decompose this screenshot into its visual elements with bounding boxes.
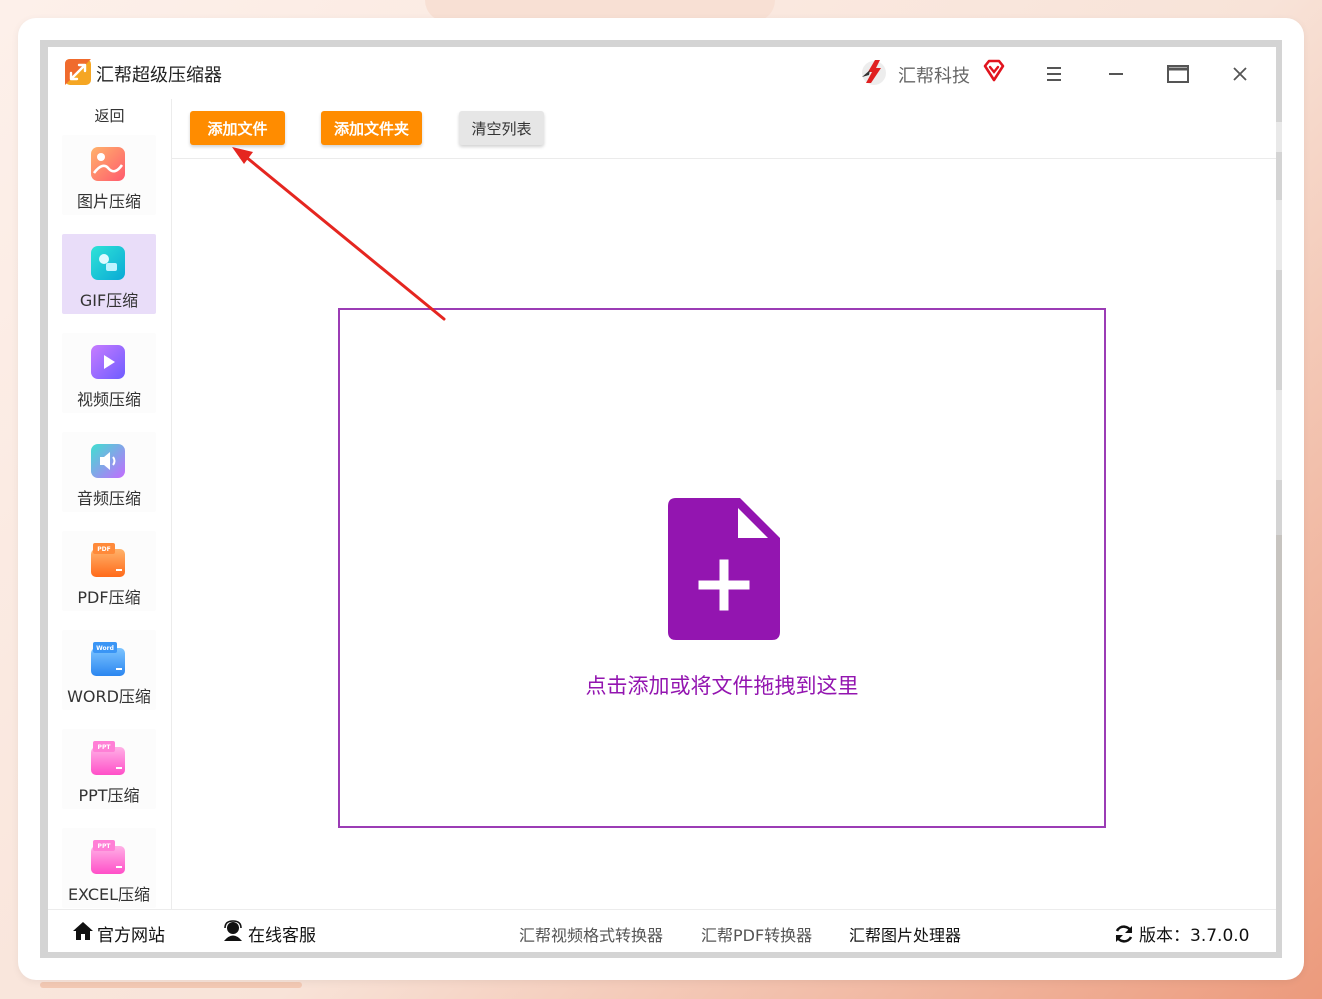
footer-link-pdf-converter[interactable]: 汇帮PDF转换器 (701, 922, 812, 946)
vip-diamond-icon[interactable] (982, 58, 1006, 84)
footer-bar: 官方网站 在线客服 汇帮视频格式转换器 汇帮PDF转换器 汇帮图片处理器 版本：… (48, 909, 1276, 953)
sidebar: 返回 图片压缩 GIF压缩 视频压缩 音频压缩 PDF PDF压缩 Word W… (48, 99, 172, 909)
video-compress-icon (91, 345, 125, 379)
refresh-icon[interactable] (1113, 923, 1135, 945)
ppt-compress-icon: PPT (91, 741, 125, 775)
menu-icon[interactable] (1040, 61, 1068, 87)
background-window-edge (1276, 122, 1282, 152)
excel-badge: PPT (98, 843, 112, 850)
version-label: 版本：3.7.0.0 (1139, 926, 1250, 946)
sidebar-item-word[interactable]: Word WORD压缩 (62, 630, 156, 710)
footer-link-video-converter[interactable]: 汇帮视频格式转换器 (519, 922, 663, 946)
sidebar-item-label: 视频压缩 (76, 390, 141, 409)
app-window: 汇帮超级压缩器 汇帮科技 返回 图片压缩 GIF压缩 视频压缩 音频压缩 PDF… (48, 47, 1276, 952)
file-drop-zone[interactable]: 点击添加或将文件拖拽到这里 (338, 308, 1106, 828)
app-title: 汇帮超级压缩器 (96, 65, 222, 86)
add-file-icon[interactable] (668, 498, 780, 640)
official-website-link[interactable]: 官方网站 (97, 921, 165, 946)
word-compress-icon: Word (91, 642, 125, 676)
add-file-button[interactable]: 添加文件 (190, 111, 285, 145)
home-icon[interactable] (72, 920, 94, 942)
background-window-edge (1276, 390, 1282, 480)
background-window-edge (1276, 535, 1282, 680)
sidebar-item-ppt[interactable]: PPT PPT压缩 (62, 729, 156, 809)
back-link[interactable]: 返回 (48, 105, 171, 126)
title-bar: 汇帮超级压缩器 汇帮科技 (48, 47, 1276, 99)
image-compress-icon (91, 147, 125, 181)
brand-name: 汇帮科技 (898, 66, 970, 87)
clear-list-button[interactable]: 清空列表 (459, 111, 544, 145)
sidebar-item-label: PPT压缩 (78, 786, 140, 805)
sidebar-item-label: 图片压缩 (76, 192, 141, 211)
sidebar-item-excel[interactable]: PPT EXCEL压缩 (62, 828, 156, 908)
background-window-edge (1276, 200, 1282, 270)
add-folder-button[interactable]: 添加文件夹 (321, 111, 422, 145)
sidebar-item-pdf[interactable]: PDF PDF压缩 (62, 531, 156, 611)
close-icon[interactable] (1226, 61, 1254, 87)
sidebar-item-image[interactable]: 图片压缩 (62, 135, 156, 215)
audio-compress-icon (91, 444, 125, 478)
excel-compress-icon: PPT (91, 840, 125, 874)
customer-service-icon[interactable] (222, 920, 244, 942)
sidebar-item-video[interactable]: 视频压缩 (62, 333, 156, 413)
word-badge: Word (96, 645, 114, 652)
online-support-link[interactable]: 在线客服 (248, 921, 316, 946)
pdf-badge: PDF (97, 546, 110, 553)
app-logo-icon (65, 59, 91, 85)
brand-logo-icon (862, 60, 886, 85)
background-strip (40, 982, 302, 988)
gif-compress-icon (91, 246, 125, 280)
sidebar-item-label: WORD压缩 (67, 687, 151, 706)
sidebar-item-audio[interactable]: 音频压缩 (62, 432, 156, 512)
sidebar-item-label: 音频压缩 (76, 489, 141, 508)
ppt-badge: PPT (98, 744, 112, 751)
drop-hint-text: 点击添加或将文件拖拽到这里 (585, 674, 859, 698)
maximize-icon[interactable] (1164, 61, 1192, 87)
sidebar-item-label: PDF压缩 (77, 588, 141, 607)
sidebar-item-label: EXCEL压缩 (67, 885, 151, 904)
footer-link-image-processor[interactable]: 汇帮图片处理器 (849, 922, 961, 946)
toolbar-divider (172, 158, 1276, 159)
pdf-compress-icon: PDF (91, 543, 125, 577)
sidebar-item-gif[interactable]: GIF压缩 (62, 234, 156, 314)
minimize-icon[interactable] (1102, 61, 1130, 87)
sidebar-item-label: GIF压缩 (79, 291, 139, 310)
